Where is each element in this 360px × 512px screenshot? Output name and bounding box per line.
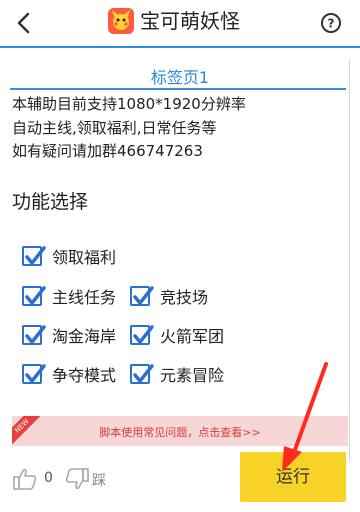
app-logo-icon [108, 8, 134, 34]
back-arrow-icon[interactable] [8, 6, 42, 40]
checkbox-box[interactable] [130, 364, 154, 384]
checkbox-label: 淘金海岸 [52, 327, 117, 346]
scroll-track [349, 60, 350, 460]
checkbox-element-adventure[interactable]: 元素冒险 [130, 362, 224, 386]
checkbox-label: 领取福利 [52, 248, 117, 267]
checkmark-icon [133, 325, 154, 344]
checkbox-box[interactable] [22, 286, 46, 306]
checkbox-main-quest[interactable]: 主线任务 [22, 284, 116, 308]
checkbox-box[interactable] [130, 286, 154, 306]
red-arrow-annotation [282, 362, 328, 472]
svg-text:?: ? [328, 17, 335, 31]
info-resolution: 本辅助目前支持1080*1920分辨率 [12, 95, 246, 113]
checkmark-icon [25, 286, 46, 305]
thumbs-up-icon[interactable] [12, 466, 38, 492]
checkbox-label: 主线任务 [52, 288, 117, 307]
checkbox-contest-mode[interactable]: 争夺模式 [22, 362, 116, 386]
checkmark-icon [25, 364, 46, 383]
checkmark-icon [25, 246, 46, 265]
checkbox-arena[interactable]: 竞技场 [130, 284, 208, 308]
checkbox-box[interactable] [22, 325, 46, 345]
checkbox-label: 竞技场 [160, 288, 209, 307]
checkbox-gold-coast[interactable]: 淘金海岸 [22, 323, 116, 347]
section-title: 功能选择 [12, 191, 89, 213]
checkbox-box[interactable] [130, 325, 154, 345]
checkmark-icon [133, 364, 154, 383]
checkbox-rocket-team[interactable]: 火箭军团 [130, 323, 224, 347]
info-features: 自动主线,领取福利,日常任务等 [12, 119, 217, 137]
info-contact: 如有疑问请加群466747263 [12, 142, 203, 160]
checkbox-label: 元素冒险 [160, 366, 225, 385]
app-title: 宝可萌妖怪 [140, 9, 240, 33]
header-divider [0, 46, 360, 48]
tab-underline [10, 88, 346, 90]
top-bar: 宝可萌妖怪 ? [0, 0, 360, 46]
checkmark-icon [25, 325, 46, 344]
thumbs-down-icon[interactable] [64, 466, 90, 492]
checkmark-icon [133, 286, 154, 305]
checkbox-label: 火箭军团 [160, 327, 225, 346]
like-count: 0 [44, 470, 53, 486]
checkbox-box[interactable] [22, 246, 46, 266]
tab-page-1[interactable]: 标签页1 [0, 64, 360, 88]
dislike-label: 踩 [92, 473, 106, 489]
checkbox-box[interactable] [22, 364, 46, 384]
checkbox-label: 争夺模式 [52, 366, 117, 385]
checkbox-welfare[interactable]: 领取福利 [22, 244, 116, 268]
help-icon[interactable]: ? [320, 12, 342, 34]
